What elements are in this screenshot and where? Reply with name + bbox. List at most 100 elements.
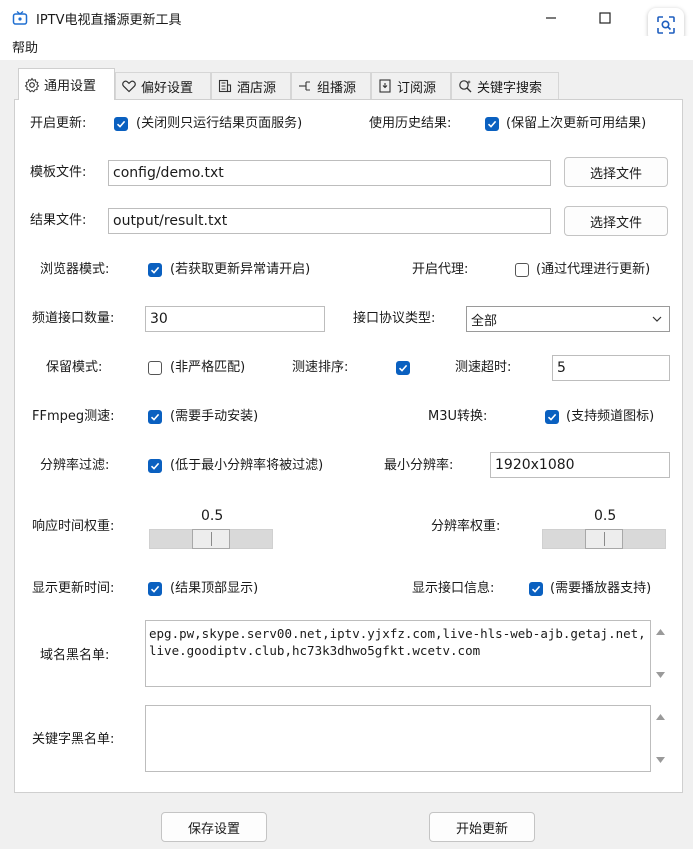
result-file-label: 结果文件: xyxy=(30,213,87,228)
show-update-time-desc: (结果顶部显示) xyxy=(170,581,259,596)
title-bar: IPTV电视直播源更新工具 xyxy=(0,0,693,42)
protocol-select[interactable]: 全部 xyxy=(466,306,670,332)
resolution-filter-checkbox[interactable] xyxy=(148,459,162,473)
use-history-checkbox[interactable] xyxy=(485,117,499,131)
search-icon xyxy=(459,80,472,93)
scroll-down-icon[interactable] xyxy=(655,671,666,679)
speed-sort-checkbox[interactable] xyxy=(396,361,410,375)
proxy-label: 开启代理: xyxy=(412,262,469,277)
proxy-checkbox[interactable] xyxy=(515,263,529,277)
ffmpeg-checkbox[interactable] xyxy=(148,410,162,424)
checkmark-icon xyxy=(150,266,160,274)
bookmark-icon xyxy=(379,79,391,93)
branch-icon xyxy=(299,81,310,91)
tab-label: 通用设置 xyxy=(44,79,97,94)
tv-app-icon xyxy=(12,10,28,25)
tab-label: 关键字搜索 xyxy=(477,80,543,96)
tab-label: 酒店源 xyxy=(237,80,277,96)
checkmark-icon xyxy=(398,364,408,372)
open-update-desc: (关闭则只运行结果页面服务) xyxy=(136,116,303,131)
settings-panel xyxy=(14,99,683,793)
checkmark-icon xyxy=(150,413,160,421)
tab-hotel-source[interactable]: 酒店源 xyxy=(211,72,291,99)
capture-icon xyxy=(657,16,675,34)
scroll-up-icon[interactable] xyxy=(655,713,666,721)
use-history-label: 使用历史结果: xyxy=(369,116,452,131)
open-update-checkbox[interactable] xyxy=(114,117,128,131)
resolution-filter-desc: (低于最小分辨率将被过滤) xyxy=(170,458,324,473)
checkmark-icon xyxy=(150,585,160,593)
tab-preferences[interactable]: 偏好设置 xyxy=(115,72,211,99)
slider-thumb[interactable] xyxy=(585,529,623,549)
min-resolution-label: 最小分辨率: xyxy=(384,458,454,473)
checkmark-icon xyxy=(487,120,497,128)
show-update-time-checkbox[interactable] xyxy=(148,582,162,596)
start-update-button[interactable]: 开始更新 xyxy=(429,812,535,842)
result-file-input[interactable]: output/result.txt xyxy=(108,208,551,234)
show-update-time-label: 显示更新时间: xyxy=(32,581,115,596)
proxy-desc: (通过代理进行更新) xyxy=(536,262,651,277)
gear-icon xyxy=(24,77,40,92)
tab-keyword-search[interactable]: 关键字搜索 xyxy=(451,72,559,99)
checkmark-icon xyxy=(531,585,541,593)
keyword-blacklist-label: 关键字黑名单: xyxy=(32,732,115,747)
tab-label: 订阅源 xyxy=(397,80,437,96)
domain-blacklist-textarea[interactable]: epg.pw,skype.serv00.net,iptv.yjxfz.com,l… xyxy=(145,620,651,687)
browser-mode-checkbox[interactable] xyxy=(148,263,162,277)
template-file-select-button[interactable]: 选择文件 xyxy=(564,157,668,187)
template-file-label: 模板文件: xyxy=(30,165,87,180)
save-settings-button[interactable]: 保存设置 xyxy=(161,812,267,842)
resolution-weight-label: 分辨率权重: xyxy=(431,519,501,534)
response-weight-slider[interactable] xyxy=(149,529,273,549)
menu-bar xyxy=(0,36,693,60)
m3u-desc: (支持频道图标) xyxy=(566,409,655,424)
keep-mode-label: 保留模式: xyxy=(46,360,103,375)
keyword-blacklist-scrollbar[interactable] xyxy=(651,705,670,772)
show-interface-info-label: 显示接口信息: xyxy=(412,581,495,596)
domain-blacklist-scrollbar[interactable] xyxy=(651,620,670,687)
m3u-label: M3U转换: xyxy=(428,409,488,424)
resolution-weight-slider[interactable] xyxy=(542,529,666,549)
checkmark-icon xyxy=(150,462,160,470)
channel-count-label: 频道接口数量: xyxy=(32,311,115,326)
speed-timeout-input[interactable]: 5 xyxy=(552,355,670,381)
m3u-checkbox[interactable] xyxy=(545,410,559,424)
tab-general[interactable]: 通用设置 xyxy=(18,68,115,100)
keep-mode-desc: (非严格匹配) xyxy=(170,360,246,375)
response-weight-value: 0.5 xyxy=(201,508,224,524)
ffmpeg-desc: (需要手动安装) xyxy=(170,409,259,424)
show-interface-info-desc: (需要播放器支持) xyxy=(550,581,652,596)
maximize-button[interactable] xyxy=(582,0,628,36)
slider-thumb[interactable] xyxy=(192,529,230,549)
tab-multicast-source[interactable]: 组播源 xyxy=(291,72,371,99)
result-file-select-button[interactable]: 选择文件 xyxy=(564,206,668,236)
scroll-up-icon[interactable] xyxy=(655,628,666,636)
minimize-button[interactable] xyxy=(528,0,574,36)
minimize-icon xyxy=(546,17,556,19)
template-file-input[interactable]: config/demo.txt xyxy=(108,160,551,186)
tab-subscription-source[interactable]: 订阅源 xyxy=(371,72,451,99)
checkmark-icon xyxy=(547,413,557,421)
protocol-selected-value: 全部 xyxy=(471,313,498,329)
resolution-filter-label: 分辨率过滤: xyxy=(40,458,110,473)
channel-count-input[interactable]: 30 xyxy=(145,306,325,332)
use-history-desc: (保留上次更新可用结果) xyxy=(506,116,647,131)
browser-mode-desc: (若获取更新异常请开启) xyxy=(170,262,311,277)
window-title: IPTV电视直播源更新工具 xyxy=(36,13,182,28)
checkmark-icon xyxy=(116,120,126,128)
browser-mode-label: 浏览器模式: xyxy=(40,262,110,277)
building-icon xyxy=(218,79,232,93)
scroll-down-icon[interactable] xyxy=(655,756,666,764)
menu-help[interactable]: 帮助 xyxy=(12,40,38,58)
speed-timeout-label: 测速超时: xyxy=(455,360,512,375)
keyword-blacklist-textarea[interactable] xyxy=(145,705,651,772)
open-update-label: 开启更新: xyxy=(30,116,87,131)
resolution-weight-value: 0.5 xyxy=(594,508,617,524)
heart-icon xyxy=(122,80,136,93)
min-resolution-input[interactable]: 1920x1080 xyxy=(490,452,670,478)
keep-mode-checkbox[interactable] xyxy=(148,361,162,375)
ffmpeg-label: FFmpeg测速: xyxy=(32,409,115,424)
protocol-label: 接口协议类型: xyxy=(353,311,436,326)
tab-label: 组播源 xyxy=(317,80,357,96)
show-interface-info-checkbox[interactable] xyxy=(529,582,543,596)
